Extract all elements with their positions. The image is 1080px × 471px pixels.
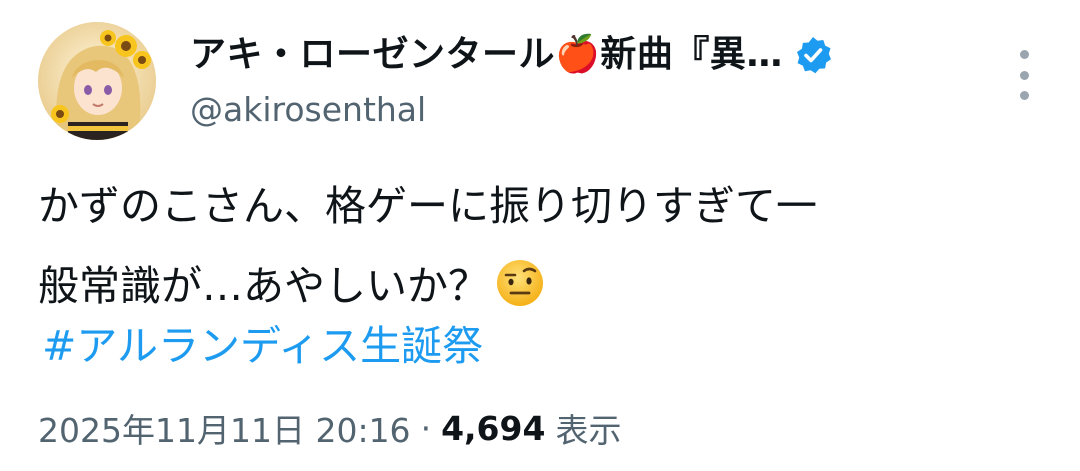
hashtag-link[interactable]: #アルランディス生誕祭 xyxy=(42,306,483,386)
more-dot-icon xyxy=(1019,91,1029,100)
meta-separator: · xyxy=(420,408,432,448)
views-label: 表示 xyxy=(555,411,622,450)
tweet-text: かずのこさん、格ゲーに振り切りすぎて一 般常識が…あやしいか？ xyxy=(38,166,1048,326)
author-handle[interactable]: @akirosenthal xyxy=(190,88,426,132)
timestamp[interactable]: 2025年11月11日 20:16 xyxy=(38,404,411,452)
tweet-text-segment: 般常識が…あやしいか？ xyxy=(38,262,489,310)
more-dot-icon xyxy=(1019,70,1029,80)
tweet-card[interactable]: アキ・ローゼンタール🍎新曲『異… @akirosenthal かずのこさん、格ゲ… xyxy=(0,0,1080,471)
avatar[interactable] xyxy=(38,22,156,140)
avatar-image xyxy=(38,22,156,140)
author-display-name[interactable]: アキ・ローゼンタール🍎新曲『異… xyxy=(190,31,783,79)
more-options-button[interactable] xyxy=(1014,50,1034,100)
author-name-row[interactable]: アキ・ローゼンタール🍎新曲『異… xyxy=(190,30,833,80)
view-count: 4,694 xyxy=(441,408,546,448)
tweet-meta: 2025年11月11日 20:16 · 4,694 表示 xyxy=(38,404,621,452)
more-dot-icon xyxy=(1019,50,1029,59)
verified-badge-icon xyxy=(796,37,831,74)
face-with-raised-eyebrow-icon xyxy=(497,260,543,306)
tweet-text-line: かずのこさん、格ゲーに振り切りすぎて一 xyxy=(38,182,817,230)
